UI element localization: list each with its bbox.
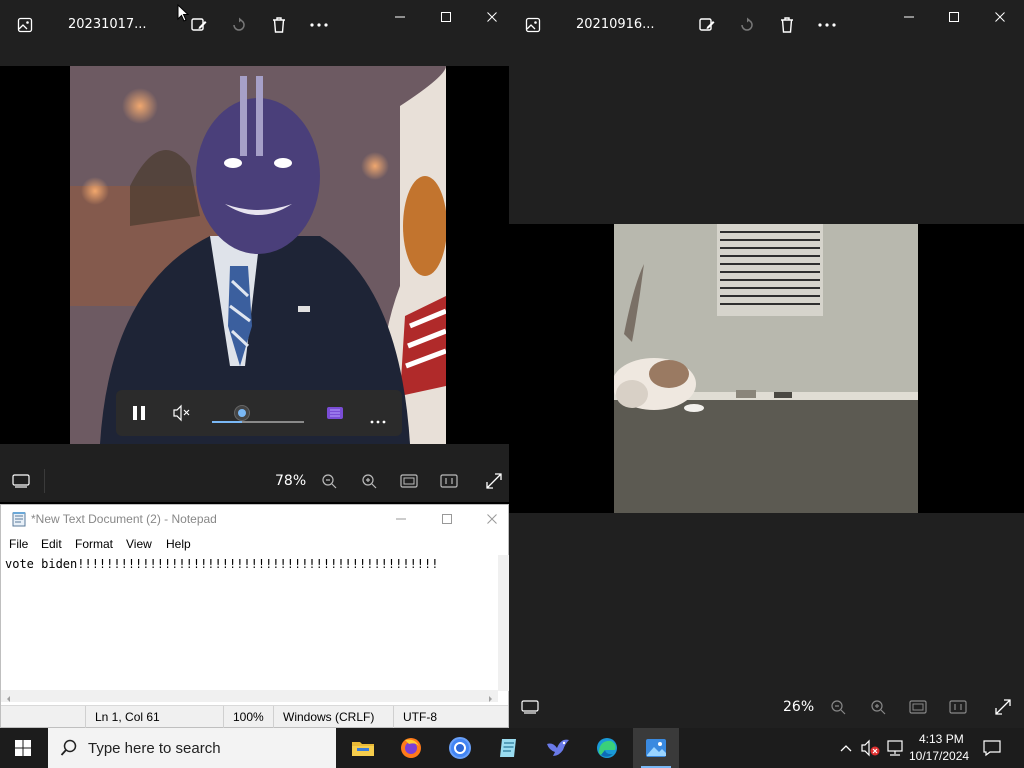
close-button[interactable] [990,8,1010,26]
notepad-titlebar: *New Text Document (2) - Notepad [1,505,508,533]
file-explorer-icon[interactable] [340,728,386,768]
photo-image [614,224,918,513]
status-divider [223,706,224,728]
photo-filename: 20231017... [68,17,147,32]
edge-icon[interactable] [584,728,630,768]
player-more-icon[interactable] [370,410,386,424]
actual-size-icon[interactable] [439,471,459,491]
photo-filename: 20210916... [576,17,655,32]
notepad-minimize-button[interactable] [393,511,409,527]
zoom-out-icon[interactable] [319,471,339,491]
photos-app-icon [14,14,36,36]
notepad-app-icon [11,511,27,527]
more-options-icon[interactable] [816,14,838,36]
rotate-icon[interactable] [736,14,758,36]
photos-titlebar-left: 20231017... [0,0,509,50]
pause-button[interactable] [130,404,148,422]
filmstrip-icon[interactable] [11,471,31,491]
search-placeholder: Type here to search [88,740,221,757]
edit-image-icon[interactable] [188,14,210,36]
actual-size-icon[interactable] [948,697,968,717]
zoom-level: 78% [275,473,307,489]
status-line-ending: Windows (CRLF) [283,710,375,724]
viewer-bar-divider [44,469,45,493]
viewer-bar-left: 78% [0,461,509,501]
zoom-level: 26% [783,699,815,715]
photo-canvas [0,66,509,444]
menu-format[interactable]: Format [75,537,113,551]
status-zoom: 100% [233,710,264,724]
menu-file[interactable]: File [9,537,28,551]
status-divider [85,706,86,728]
minimize-button[interactable] [390,8,410,26]
menu-help[interactable]: Help [166,537,191,551]
clipchamp-icon[interactable] [326,404,344,422]
zoom-in-icon[interactable] [868,697,888,717]
full-screen-icon[interactable] [484,471,504,491]
notepad-maximize-button[interactable] [439,511,455,527]
zoom-in-icon[interactable] [359,471,379,491]
clock-time[interactable]: 4:13 PM [919,732,964,746]
menu-edit[interactable]: Edit [41,537,62,551]
viewer-bar-right: 26% [509,687,1024,727]
photo-image [70,66,446,444]
notepad-icon[interactable] [486,728,532,768]
notepad-text[interactable]: vote biden!!!!!!!!!!!!!!!!!!!!!!!!!!!!!!… [5,557,438,571]
mute-icon[interactable] [172,404,192,422]
search-icon [60,739,78,757]
zoom-out-icon[interactable] [828,697,848,717]
video-player-controls [116,390,402,436]
fit-to-window-icon[interactable] [908,697,928,717]
more-options-icon[interactable] [308,14,330,36]
mouse-cursor [177,3,190,22]
notepad-close-button[interactable] [484,511,500,527]
volume-slider[interactable] [212,405,304,423]
volume-slider-thumb[interactable] [234,405,250,421]
photos-window-right: 20210916... 26% [509,0,1024,728]
maximize-button[interactable] [436,8,456,26]
taskbar: Type here to search 4:13 PM 10/17/2024 [0,728,1024,768]
delete-icon[interactable] [776,14,798,36]
minimize-button[interactable] [899,8,919,26]
edit-image-icon[interactable] [696,14,718,36]
status-encoding: UTF-8 [403,710,437,724]
close-button[interactable] [482,8,502,26]
firefox-icon[interactable] [388,728,434,768]
network-icon[interactable] [885,739,905,757]
clock-date[interactable]: 10/17/2024 [909,749,969,763]
photos-window-left: 20231017... 78% [0,0,509,502]
maximize-button[interactable] [944,8,964,26]
status-divider [273,706,274,728]
notepad-statusbar: Ln 1, Col 61 100% Windows (CRLF) UTF-8 [1,705,508,728]
rotate-icon[interactable] [228,14,250,36]
notepad-title: *New Text Document (2) - Notepad [31,512,217,526]
notepad-menubar: File Edit Format View Help [1,535,508,555]
notepad-window: *New Text Document (2) - Notepad File Ed… [0,504,509,728]
menu-view[interactable]: View [126,537,152,551]
status-position: Ln 1, Col 61 [95,710,160,724]
fit-to-window-icon[interactable] [399,471,419,491]
photos-titlebar-right: 20210916... [509,0,1024,50]
taskbar-search[interactable]: Type here to search [48,728,336,768]
photos-icon[interactable] [633,728,679,768]
start-button[interactable] [0,728,46,768]
delete-icon[interactable] [268,14,290,36]
full-screen-icon[interactable] [993,697,1013,717]
photo-canvas [509,224,1024,513]
chrome-icon[interactable] [437,728,483,768]
volume-muted-icon[interactable] [860,739,882,757]
notifications-icon[interactable] [982,739,1002,757]
show-hidden-icons-icon[interactable] [838,740,854,756]
filmstrip-icon[interactable] [520,697,540,717]
photos-app-icon [522,14,544,36]
vertical-scrollbar[interactable] [498,555,509,691]
bird-app-icon[interactable] [535,728,581,768]
horizontal-scrollbar[interactable] [1,690,498,702]
notepad-text-area[interactable] [1,555,499,690]
status-divider [393,706,394,728]
